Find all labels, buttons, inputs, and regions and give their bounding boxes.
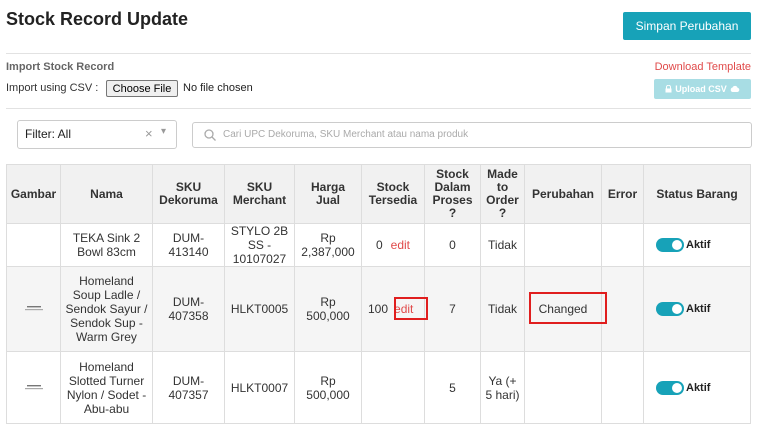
stock-table: Gambar Nama SKU Dekoruma SKU Merchant Ha… [6,164,751,424]
sku-merchant: HLKT0005 [224,266,295,352]
csv-label: Import using CSV : [6,82,99,94]
page-title: Stock Record Update [6,9,189,29]
highlight-edit-box [394,297,428,320]
stock-value: 100 [368,302,389,316]
col-made-to-order: Made to Order ? [480,164,525,224]
status-label: Aktif [686,303,711,316]
error [601,351,644,424]
made-to-order: Ya (+ 5 hari) [480,351,525,424]
made-to-order: Tidak [480,223,525,267]
harga-jual: Rp 500,000 [294,351,362,424]
sku-merchant: STYLO 2B SS - 10107027 [224,223,295,267]
harga-jual: Rp 2,387,000 [294,223,362,267]
filter-value: Filter: All [25,127,72,141]
divider [6,108,751,109]
download-template-link[interactable]: Download Template [655,61,751,73]
sku-merchant: HLKT0007 [224,351,295,424]
col-nama: Nama [60,164,153,224]
product-image-cell [6,223,61,267]
chevron-down-icon[interactable]: ▾ [161,126,166,137]
sku-dekoruma: DUM-407357 [152,351,225,424]
perubahan [524,223,602,267]
lock-icon [665,85,672,93]
upload-csv-button[interactable]: Upload CSV [654,79,751,99]
table-row: Homeland Slotted Turner Nylon / Sodet - … [6,351,751,424]
status-cell: Aktif [643,223,751,267]
status-toggle[interactable] [656,238,684,253]
product-name: Homeland Slotted Turner Nylon / Sodet - … [60,351,153,424]
col-stock-proses: Stock Dalam Proses ? [424,164,481,224]
status-label: Aktif [686,239,711,252]
search-placeholder[interactable]: Cari UPC Dekoruma, SKU Merchant atau nam… [223,129,468,140]
upload-csv-label: Upload CSV [675,84,727,94]
col-harga-jual: Harga Jual [294,164,362,224]
stock-proses: 7 [424,266,481,352]
product-thumbnail [24,384,43,389]
status-cell: Aktif [643,351,751,424]
filter-select[interactable]: Filter: All × ▾ [17,120,177,149]
table-row: TEKA Sink 2 Bowl 83cm DUM-413140 STYLO 2… [6,223,751,267]
import-section-title: Import Stock Record [6,61,115,73]
sku-dekoruma: DUM-413140 [152,223,225,267]
product-name: Homeland Soup Ladle / Sendok Sayur / Sen… [60,266,153,352]
divider [6,53,751,54]
cloud-upload-icon [730,85,740,92]
stock-tersedia [361,351,425,424]
error [601,266,644,352]
search-icon [204,129,216,141]
col-sku-dekoruma: SKU Dekoruma [152,164,225,224]
edit-stock-link[interactable]: edit [391,238,410,252]
col-perubahan: Perubahan [524,164,602,224]
col-stock-tersedia: Stock Tersedia [361,164,425,224]
sku-dekoruma: DUM-407358 [152,266,225,352]
stock-proses: 0 [424,223,481,267]
file-status-text: No file chosen [183,82,253,94]
col-gambar: Gambar [6,164,61,224]
table-row: Homeland Soup Ladle / Sendok Sayur / Sen… [6,266,751,352]
status-cell: Aktif [643,266,751,352]
status-toggle[interactable] [656,302,684,317]
clear-icon[interactable]: × [145,126,153,141]
choose-file-button[interactable]: Choose File [106,80,178,97]
made-to-order: Tidak [480,266,525,352]
product-image-cell [6,351,61,424]
error [601,223,644,267]
perubahan [524,351,602,424]
stock-proses: 5 [424,351,481,424]
highlight-changed-box [529,292,607,324]
col-status-barang: Status Barang [643,164,751,224]
product-image-cell [6,266,61,352]
save-button[interactable]: Simpan Perubahan [623,12,751,40]
product-thumbnail [24,306,43,311]
col-sku-merchant: SKU Merchant [224,164,295,224]
stock-value: 0 [375,238,383,252]
col-error: Error [601,164,644,224]
search-box[interactable]: Cari UPC Dekoruma, SKU Merchant atau nam… [192,122,752,148]
harga-jual: Rp 500,000 [294,266,362,352]
product-name: TEKA Sink 2 Bowl 83cm [60,223,153,267]
stock-tersedia-cell: 0 edit [361,223,425,267]
status-toggle[interactable] [656,380,684,395]
status-label: Aktif [686,381,711,394]
